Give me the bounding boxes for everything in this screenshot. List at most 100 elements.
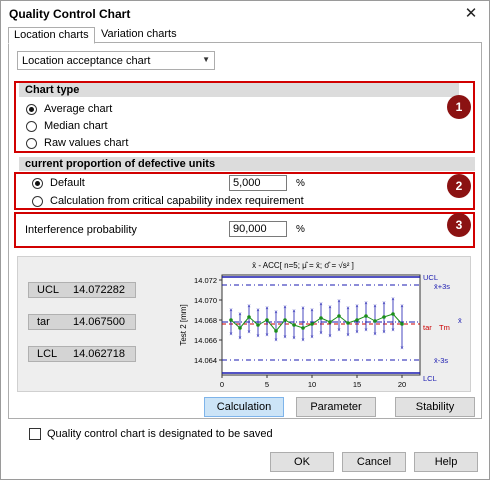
percent-unit: % xyxy=(296,224,305,235)
mean-point xyxy=(265,318,269,322)
tab-location-charts[interactable]: Location charts xyxy=(8,27,95,44)
range-min-marker: × xyxy=(346,333,350,339)
range-max-marker: × xyxy=(328,305,332,311)
radio-button[interactable] xyxy=(26,138,37,149)
interference-probability-label: Interference probability xyxy=(25,224,137,236)
limit-value: 14.072282 xyxy=(73,284,125,296)
mean-point xyxy=(238,326,242,330)
limit-box-lcl: LCL 14.062718 xyxy=(28,346,136,362)
mean-point xyxy=(355,318,359,322)
limit-name: UCL xyxy=(37,284,60,296)
cancel-button[interactable]: Cancel xyxy=(342,452,406,472)
mean-line-label: x̄ xyxy=(458,316,462,325)
tab-variation-charts[interactable]: Variation charts xyxy=(96,27,182,43)
percent-unit: % xyxy=(296,178,305,189)
range-min-marker: × xyxy=(274,338,278,344)
y-tick-label: 14.066 xyxy=(194,336,217,345)
radio-label: Average chart xyxy=(44,103,113,115)
range-min-marker: × xyxy=(310,335,314,341)
tar-line-label: tar xyxy=(423,323,432,332)
save-chart-checkbox[interactable] xyxy=(29,428,41,440)
range-max-marker: × xyxy=(355,304,359,310)
range-max-marker: × xyxy=(301,306,305,312)
chart-selector-dropdown[interactable]: Location acceptance chart ▼ xyxy=(17,51,215,70)
mean-point xyxy=(373,319,377,323)
range-min-marker: × xyxy=(292,336,296,342)
range-max-marker: × xyxy=(238,312,242,318)
radio-button[interactable] xyxy=(32,196,43,207)
title-bar: Quality Control Chart ✕ xyxy=(1,1,489,27)
defective-proportion-input[interactable]: 5,000 xyxy=(229,175,287,191)
limit-name: tar xyxy=(37,316,50,328)
mean-point xyxy=(292,323,296,327)
mean-point xyxy=(256,323,260,327)
limit-value: 14.062718 xyxy=(73,348,125,360)
minus-3s-label: x̄-3s xyxy=(434,356,448,365)
mean-point xyxy=(274,329,278,333)
window-title: Quality Control Chart xyxy=(9,7,131,21)
range-min-marker: × xyxy=(337,328,341,334)
mean-point xyxy=(319,316,323,320)
mean-point xyxy=(337,314,341,318)
range-max-marker: × xyxy=(256,308,260,314)
stability-button[interactable]: Stability xyxy=(395,397,475,417)
range-min-marker: × xyxy=(265,333,269,339)
range-max-marker: × xyxy=(391,297,395,303)
range-min-marker: × xyxy=(238,336,242,342)
mean-point xyxy=(400,322,404,326)
mean-point xyxy=(229,318,233,322)
callout-badge-2: 2 xyxy=(447,174,471,198)
radio-button[interactable] xyxy=(26,104,37,115)
lcl-line-label: LCL xyxy=(423,374,437,383)
limit-box-tar: tar 14.067500 xyxy=(28,314,136,330)
x-tick-label: 5 xyxy=(265,380,269,389)
section-header-chart-type: Chart type xyxy=(19,83,459,97)
help-button[interactable]: Help xyxy=(414,452,478,472)
radio-button[interactable] xyxy=(32,178,43,189)
range-max-marker: × xyxy=(337,299,341,305)
range-max-marker: × xyxy=(310,308,314,314)
quality-control-chart-dialog: Quality Control Chart ✕ Location charts … xyxy=(0,0,490,480)
tab-panel-location-charts: Location acceptance chart ▼ Chart type A… xyxy=(8,42,482,419)
tm-line-label: Tm xyxy=(439,323,450,332)
range-min-marker: × xyxy=(391,328,395,334)
radio-button[interactable] xyxy=(26,121,37,132)
radio-label: Calculation from critical capability ind… xyxy=(50,195,304,207)
range-min-marker: × xyxy=(382,330,386,336)
range-min-marker: × xyxy=(328,334,332,340)
range-max-marker: × xyxy=(346,306,350,312)
chart-y-axis-label: Test 2 [mm] xyxy=(179,304,188,345)
chart-title: x̄ - ACC[ n=5; μ̂ = x̄; σ̂ = √s² ] xyxy=(252,261,354,270)
x-tick-label: 10 xyxy=(308,380,316,389)
interference-probability-input[interactable]: 90,000 xyxy=(229,221,287,237)
y-tick-label: 14.070 xyxy=(194,296,217,305)
mean-point xyxy=(283,318,287,322)
mean-point xyxy=(247,315,251,319)
ucl-line-label: UCL xyxy=(423,273,438,282)
radio-label: Default xyxy=(50,177,85,189)
x-tick-label: 20 xyxy=(398,380,406,389)
section-header-defective-units: current proportion of defective units xyxy=(19,157,475,171)
range-max-marker: × xyxy=(364,301,368,307)
range-min-marker: × xyxy=(256,334,260,340)
mean-point xyxy=(364,314,368,318)
mean-point xyxy=(391,312,395,316)
range-min-marker: × xyxy=(247,330,251,336)
mean-point xyxy=(346,321,350,325)
close-icon[interactable]: ✕ xyxy=(461,4,481,24)
control-chart-svg: x̄ - ACC[ n=5; μ̂ = x̄; σ̂ = √s² ] Test … xyxy=(158,257,470,391)
range-min-marker: × xyxy=(319,331,323,337)
range-max-marker: × xyxy=(229,308,233,314)
callout-badge-1: 1 xyxy=(447,95,471,119)
chart-area: UCL 14.072282 tar 14.067500 LCL 14.06271… xyxy=(17,256,471,392)
range-min-marker: × xyxy=(400,346,404,352)
calculation-button[interactable]: Calculation xyxy=(204,397,284,417)
range-max-marker: × xyxy=(292,309,296,315)
chevron-down-icon: ▼ xyxy=(202,55,210,64)
y-tick-label: 14.072 xyxy=(194,276,217,285)
range-min-marker: × xyxy=(301,338,305,344)
range-min-marker: × xyxy=(364,328,368,334)
ok-button[interactable]: OK xyxy=(270,452,334,472)
parameter-button[interactable]: Parameter xyxy=(296,397,376,417)
x-tick-label: 0 xyxy=(220,380,224,389)
